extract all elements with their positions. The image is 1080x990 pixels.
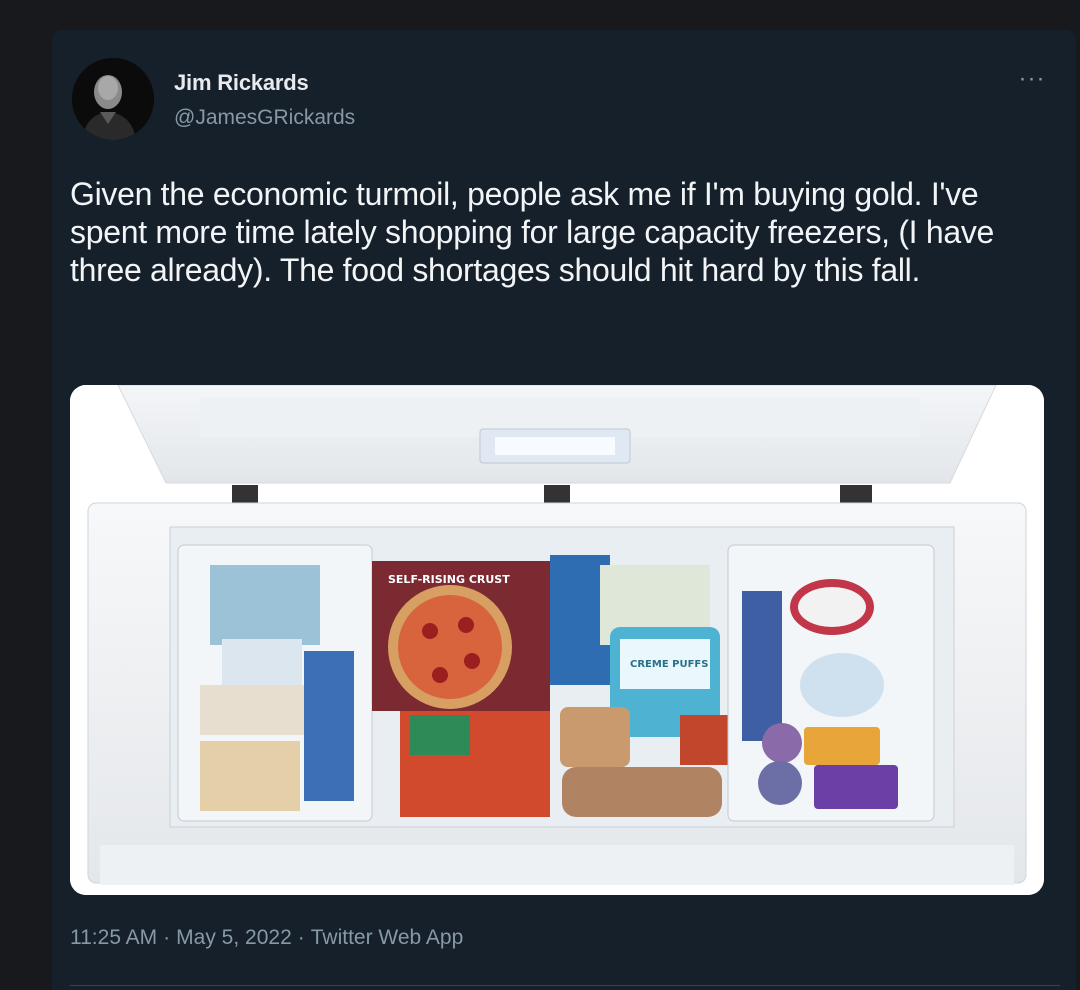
tweet-time[interactable]: 11:25 AM xyxy=(70,926,157,949)
tweet-meta: 11:25 AM · May 5, 2022 · Twitter Web App xyxy=(70,926,463,950)
meta-separator: · xyxy=(163,926,171,949)
tweet-media-image[interactable]: SELF-RISING CRUST CREME PUFFS xyxy=(70,385,1044,895)
tweet-card: Jim Rickards @JamesGRickards ··· Given t… xyxy=(52,30,1076,990)
divider xyxy=(70,985,1060,986)
tweet-date[interactable]: May 5, 2022 xyxy=(176,926,292,949)
author-photo xyxy=(72,58,154,140)
author-handle[interactable]: @JamesGRickards xyxy=(174,106,355,130)
pizza-box-label: SELF-RISING CRUST xyxy=(388,573,510,586)
chest-freezer-photo: SELF-RISING CRUST CREME PUFFS xyxy=(70,385,1044,895)
tweet-text: Given the economic turmoil, people ask m… xyxy=(70,176,995,288)
more-dots-icon: ··· xyxy=(1018,65,1046,92)
tweet-source[interactable]: Twitter Web App xyxy=(311,926,464,949)
avatar[interactable] xyxy=(72,58,154,140)
tub-label: CREME PUFFS xyxy=(630,659,708,670)
author-display-name[interactable]: Jim Rickards xyxy=(174,70,309,96)
more-options-button[interactable]: ··· xyxy=(1012,66,1052,92)
meta-separator: · xyxy=(297,926,305,949)
